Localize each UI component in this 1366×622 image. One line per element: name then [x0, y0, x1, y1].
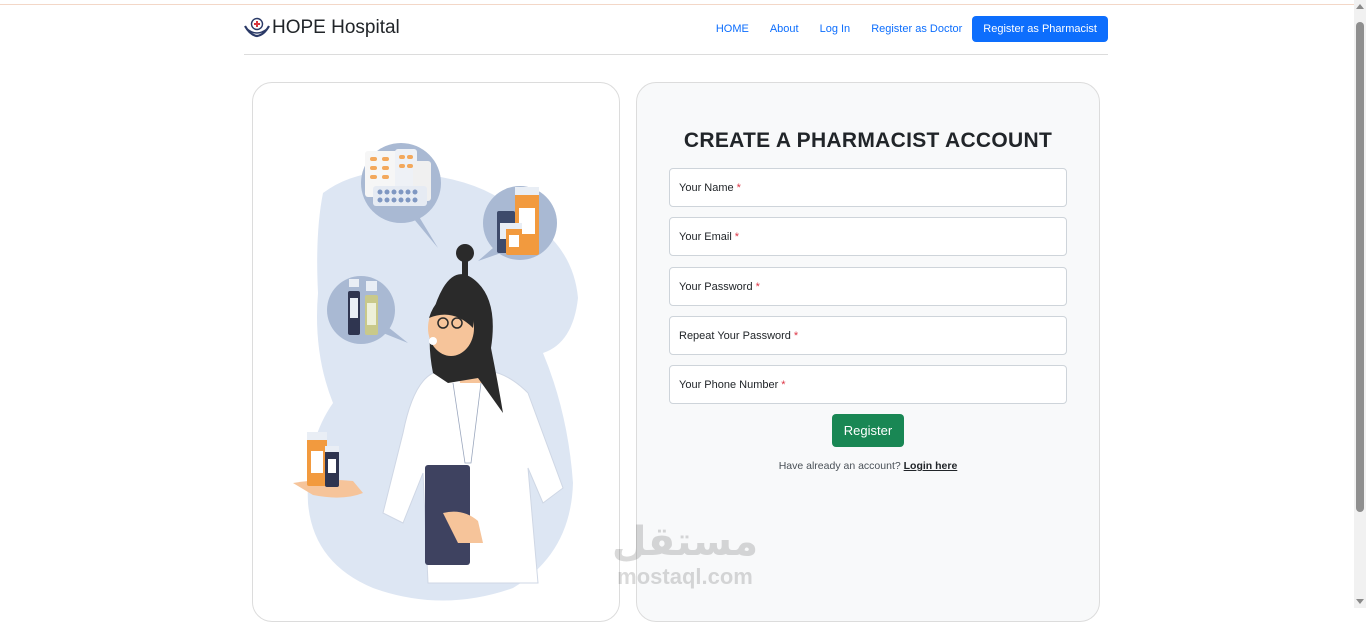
brand-name: HOPE Hospital [272, 17, 400, 38]
repeat-password-field[interactable]: Repeat Your Password * [669, 316, 1067, 355]
nav-links: HOME About Log In Register as Doctor Reg… [695, 16, 1108, 42]
phone-field[interactable]: Your Phone Number * [669, 365, 1067, 404]
password-input[interactable] [670, 268, 1066, 305]
brand[interactable]: HOPE Hospital [244, 17, 400, 39]
nav-login-link[interactable]: Log In [820, 23, 851, 35]
hospital-hands-logo-icon [244, 17, 270, 38]
scrollbar-thumb[interactable] [1356, 22, 1364, 512]
scroll-up-icon[interactable] [1356, 4, 1364, 9]
login-prompt-text: Have already an account? [778, 460, 901, 472]
scroll-down-icon[interactable] [1356, 599, 1364, 604]
watermark-latin: mostaql.com [617, 564, 753, 589]
page-scrollbar[interactable] [1354, 0, 1366, 608]
repeat-password-input[interactable] [670, 317, 1066, 354]
form-title: CREATE A PHARMACIST ACCOUNT [683, 129, 1053, 152]
login-prompt: Have already an account? Login here [637, 460, 1099, 472]
phone-input[interactable] [670, 366, 1066, 403]
browser-top-line [0, 0, 1354, 5]
password-field[interactable]: Your Password * [669, 267, 1067, 306]
illustration-card [252, 82, 620, 622]
mostaql-watermark: مستقل mostaql.com [600, 520, 770, 600]
email-input[interactable] [670, 218, 1066, 255]
name-input[interactable] [670, 169, 1066, 206]
pharmacist-illustration [293, 143, 578, 601]
name-field[interactable]: Your Name * [669, 168, 1067, 207]
email-field[interactable]: Your Email * [669, 217, 1067, 256]
nav-register-doctor-link[interactable]: Register as Doctor [871, 23, 962, 35]
register-button[interactable]: Register [832, 414, 904, 447]
watermark-arabic: مستقل [611, 519, 759, 565]
login-here-link[interactable]: Login here [904, 460, 958, 472]
top-navbar: HOPE Hospital HOME About Log In Register… [244, 8, 1108, 55]
nav-home-link[interactable]: HOME [716, 23, 749, 35]
register-pharmacist-button[interactable]: Register as Pharmacist [972, 16, 1108, 42]
nav-about-link[interactable]: About [770, 23, 799, 35]
